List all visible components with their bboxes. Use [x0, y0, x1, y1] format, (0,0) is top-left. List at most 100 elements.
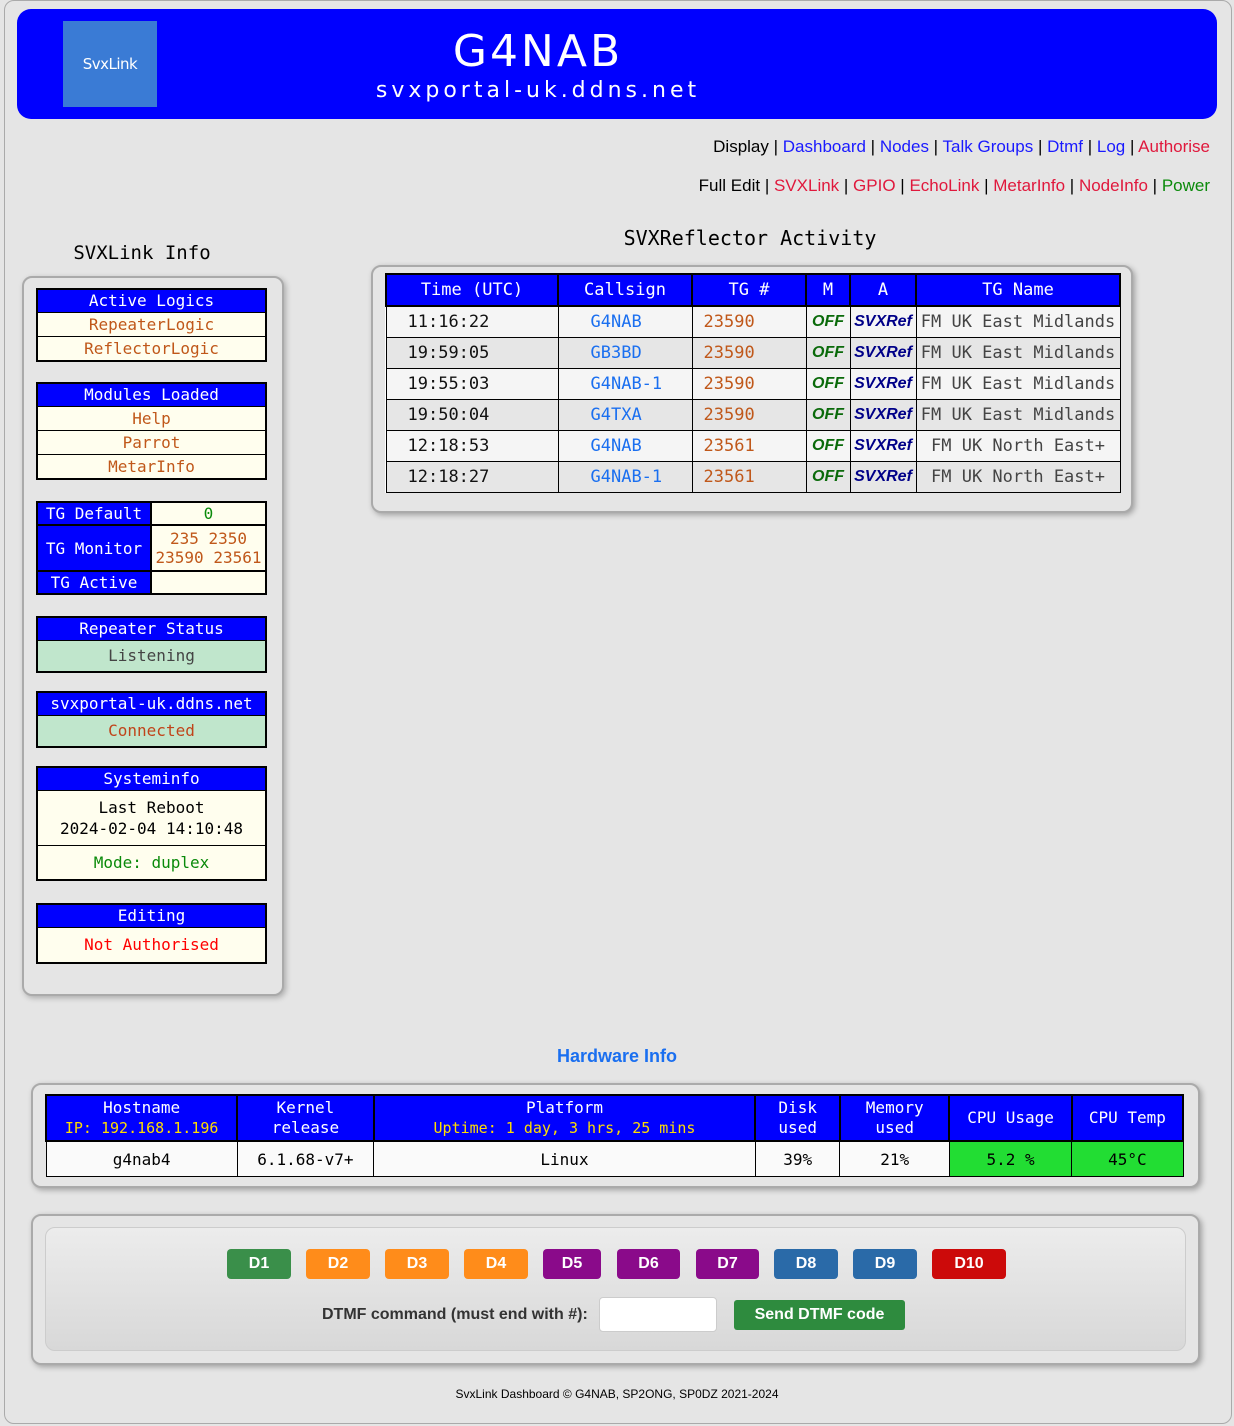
activity-callsign[interactable]: G4NAB	[557, 430, 693, 462]
tg-table: TG Default 0 TG Monitor 235 2350 23590 2…	[36, 501, 267, 595]
activity-source: SVXRef	[849, 430, 917, 462]
col-a: A	[849, 273, 917, 307]
hw-kernel-header: Kernel release	[236, 1094, 375, 1142]
display-nav: Display | Dashboard | Nodes | Talk Group…	[713, 137, 1210, 156]
activity-row: 19:59:05 GB3BD 23590 OFF SVXRef FM UK East Mi…	[385, 337, 1121, 369]
activity-tg-name: FM UK North East+	[915, 430, 1121, 462]
activity-callsign[interactable]: G4NAB-1	[557, 368, 693, 400]
hw-cpu-temp: 45°C	[1071, 1140, 1184, 1177]
editing-status: Not Authorised	[84, 935, 219, 954]
activity-mode: OFF	[805, 368, 851, 400]
activity-tg-name: FM UK East Midlands	[915, 337, 1121, 369]
systeminfo-header: Systeminfo	[38, 768, 265, 791]
activity-mode: OFF	[805, 461, 851, 493]
tg-default-label: TG Default	[36, 501, 152, 526]
hw-memory-label: Memory	[865, 1098, 924, 1117]
active-logics-box: Active Logics RepeaterLogic ReflectorLog…	[36, 288, 267, 362]
repeater-status-header: Repeater Status	[38, 618, 265, 641]
nav-echolink[interactable]: EchoLink	[909, 176, 979, 195]
repeater-status-box: Repeater Status Listening	[36, 616, 267, 673]
hw-memory: 21%	[839, 1140, 950, 1177]
activity-callsign[interactable]: G4TXA	[557, 399, 693, 431]
dtmf-button-d5[interactable]: D5	[543, 1249, 601, 1279]
dtmf-button-d9[interactable]: D9	[853, 1249, 917, 1279]
module-item: Parrot	[38, 431, 265, 455]
tg-monitor-label: TG Monitor	[36, 524, 152, 572]
nav-talk-groups[interactable]: Talk Groups	[943, 137, 1034, 156]
nav-metarinfo[interactable]: MetarInfo	[993, 176, 1065, 195]
activity-tg: 23590	[691, 305, 807, 338]
hw-disk-label2: used	[778, 1118, 817, 1137]
nav-authorise[interactable]: Authorise	[1138, 137, 1210, 156]
hw-cpu-usage: 5.2 %	[948, 1140, 1073, 1177]
systeminfo-box: Systeminfo Last Reboot 2024-02-04 14:10:…	[36, 766, 267, 881]
col-time: Time (UTC)	[385, 273, 559, 307]
activity-tg: 23590	[691, 399, 807, 431]
activity-tg: 23590	[691, 337, 807, 369]
tg-monitor-line: 235 2350	[169, 529, 248, 548]
editing-box: Editing Not Authorised	[36, 903, 267, 964]
activity-tg-name: FM UK North East+	[915, 461, 1121, 493]
nav-nodeinfo[interactable]: NodeInfo	[1079, 176, 1148, 195]
footer-copyright: SvxLink Dashboard © G4NAB, SP2ONG, SP0DZ…	[455, 1387, 779, 1401]
activity-callsign[interactable]: G4NAB-1	[557, 461, 693, 493]
nav-svxlink[interactable]: SVXLink	[774, 176, 839, 195]
hw-platform-header: Platform Uptime: 1 day, 3 hrs, 25 mins	[372, 1094, 757, 1142]
dtmf-button-d1[interactable]: D1	[227, 1249, 291, 1279]
activity-time: 12:18:27	[385, 461, 559, 493]
dtmf-button-d2[interactable]: D2	[306, 1249, 370, 1279]
hw-memory-label2: used	[875, 1118, 914, 1137]
reflector-header: svxportal-uk.ddns.net	[38, 693, 265, 716]
dtmf-command-input[interactable]	[599, 1297, 717, 1332]
activity-tg: 23561	[691, 430, 807, 462]
dtmf-button-d8[interactable]: D8	[774, 1249, 838, 1279]
hw-hostname-label: Hostname	[103, 1098, 181, 1117]
dtmf-input-label: DTMF command (must end with #):	[322, 1306, 588, 1323]
activity-row: 11:16:22 G4NAB 23590 OFF SVXRef FM UK East Mi…	[385, 305, 1121, 338]
site-host: svxportal-uk.ddns.net	[375, 78, 701, 103]
nav-dashboard[interactable]: Dashboard	[783, 137, 866, 156]
hw-kernel: 6.1.68-v7+	[236, 1140, 375, 1177]
dtmf-button-d3[interactable]: D3	[385, 1249, 449, 1279]
activity-mode: OFF	[805, 430, 851, 462]
hw-platform-label: Platform	[525, 1098, 604, 1117]
tg-monitor-value: 235 2350 23590 23561	[150, 524, 267, 572]
activity-callsign[interactable]: G4NAB	[557, 305, 693, 338]
activity-callsign[interactable]: GB3BD	[557, 337, 693, 369]
activity-row: 19:55:03 G4NAB-1 23590 OFF SVXRef FM UK East …	[385, 368, 1121, 400]
hw-uptime: Uptime: 1 day, 3 hrs, 25 mins	[433, 1119, 696, 1137]
activity-tg: 23590	[691, 368, 807, 400]
repeater-status-value: Listening	[38, 641, 265, 671]
activity-table: Time (UTC) Callsign TG # M A TG Name 11:…	[385, 273, 1121, 493]
dtmf-button-d4[interactable]: D4	[464, 1249, 528, 1279]
last-reboot-time: 2024-02-04 14:10:48	[59, 819, 244, 838]
activity-source: SVXRef	[849, 461, 917, 493]
nav-dtmf[interactable]: Dtmf	[1047, 137, 1083, 156]
tg-active-label: TG Active	[36, 570, 152, 595]
activity-row: 12:18:53 G4NAB 23561 OFF SVXRef FM UK North E…	[385, 430, 1121, 462]
site-callsign: G4NAB	[452, 26, 624, 77]
hw-platform: Linux	[373, 1140, 756, 1177]
reflector-box: svxportal-uk.ddns.net Connected	[36, 691, 267, 748]
nav-log[interactable]: Log	[1097, 137, 1125, 156]
module-item: MetarInfo	[108, 457, 195, 476]
nav-nodes[interactable]: Nodes	[880, 137, 929, 156]
dtmf-inner	[45, 1227, 1186, 1351]
modules-header: Modules Loaded	[38, 384, 265, 407]
nav-gpio[interactable]: GPIO	[853, 176, 896, 195]
editing-header: Editing	[38, 905, 265, 928]
dtmf-button-d7[interactable]: D7	[696, 1249, 759, 1279]
activity-tg-name: FM UK East Midlands	[915, 305, 1121, 338]
last-reboot-label: Last Reboot	[98, 798, 205, 817]
logic-item: ReflectorLogic	[84, 339, 219, 358]
send-dtmf-button[interactable]: Send DTMF code	[734, 1300, 905, 1330]
module-item: Help	[38, 407, 265, 431]
hw-cpu-usage-header: CPU Usage	[948, 1094, 1073, 1142]
dtmf-button-d10[interactable]: D10	[932, 1249, 1006, 1279]
activity-time: 19:55:03	[385, 368, 559, 400]
dtmf-button-d6[interactable]: D6	[617, 1249, 680, 1279]
hw-hostname: g4nab4	[45, 1140, 238, 1177]
nav-power[interactable]: Power	[1162, 176, 1210, 195]
activity-time: 19:50:04	[385, 399, 559, 431]
col-tg: TG #	[691, 273, 807, 307]
